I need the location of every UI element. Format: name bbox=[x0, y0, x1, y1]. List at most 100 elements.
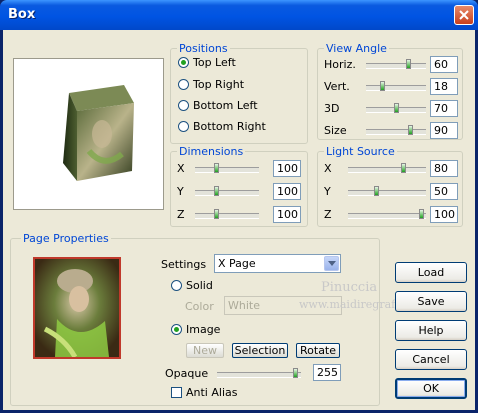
radio-solid[interactable]: Solid bbox=[171, 279, 213, 292]
dimensions-legend: Dimensions bbox=[177, 145, 246, 158]
light-source-group: Light Source X 80 Y 50 Z 100 bbox=[317, 145, 463, 227]
radio-top-left[interactable]: Top Left bbox=[178, 56, 236, 69]
view-angle-group: View Angle Horiz. 60 Vert. 18 3D 70 Size… bbox=[317, 42, 463, 140]
radio-dot bbox=[178, 57, 189, 68]
radio-label: Bottom Right bbox=[193, 120, 266, 133]
slider-thumb[interactable] bbox=[408, 125, 413, 135]
slider-thumb[interactable] bbox=[293, 368, 298, 378]
light-z-input[interactable]: 100 bbox=[430, 206, 458, 223]
color-value: White bbox=[228, 299, 260, 312]
radio-bottom-right[interactable]: Bottom Right bbox=[178, 120, 266, 133]
light-y-input[interactable]: 50 bbox=[430, 183, 458, 200]
rotate-button-label: Rotate bbox=[300, 344, 337, 357]
page-properties-legend: Page Properties bbox=[21, 232, 111, 245]
dialog-client: Positions Top Left Top Right Bottom Left… bbox=[3, 30, 475, 410]
new-button[interactable]: New bbox=[186, 343, 224, 358]
vert-label: Vert. bbox=[324, 80, 350, 93]
opaque-slider[interactable] bbox=[217, 368, 301, 378]
light-y-slider[interactable] bbox=[348, 186, 426, 196]
chevron-down-icon[interactable] bbox=[324, 256, 339, 271]
radio-label: Image bbox=[186, 323, 221, 336]
slider-thumb[interactable] bbox=[394, 103, 399, 113]
cancel-button[interactable]: Cancel bbox=[395, 349, 467, 370]
title-bar[interactable]: Box bbox=[0, 0, 478, 30]
radio-label: Solid bbox=[186, 279, 213, 292]
3d-input[interactable]: 70 bbox=[430, 100, 458, 117]
save-button-label: Save bbox=[417, 295, 445, 308]
ok-button-label: OK bbox=[423, 382, 439, 395]
slider-thumb[interactable] bbox=[401, 163, 406, 173]
size-slider[interactable] bbox=[366, 125, 426, 135]
opaque-input[interactable]: 255 bbox=[313, 364, 341, 381]
dim-y-label: Y bbox=[177, 185, 184, 198]
light-z-slider[interactable] bbox=[348, 209, 426, 219]
3d-label: 3D bbox=[324, 102, 340, 115]
opaque-label: Opaque bbox=[165, 367, 209, 380]
rotate-button[interactable]: Rotate bbox=[296, 343, 340, 358]
vert-slider[interactable] bbox=[366, 81, 426, 91]
slider-thumb[interactable] bbox=[214, 209, 219, 219]
view-angle-legend: View Angle bbox=[324, 42, 389, 55]
dim-z-input[interactable]: 100 bbox=[273, 206, 301, 223]
new-button-label: New bbox=[193, 344, 217, 357]
radio-dot bbox=[178, 100, 189, 111]
dim-x-slider[interactable] bbox=[195, 163, 259, 173]
help-button[interactable]: Help bbox=[395, 320, 467, 341]
cube-image bbox=[63, 85, 134, 181]
light-z-label: Z bbox=[324, 208, 332, 221]
slider-thumb[interactable] bbox=[374, 186, 379, 196]
dim-z-slider[interactable] bbox=[195, 209, 259, 219]
horiz-input[interactable]: 60 bbox=[430, 56, 458, 73]
selection-button-label: Selection bbox=[234, 344, 286, 357]
load-button[interactable]: Load bbox=[395, 262, 467, 283]
horiz-label: Horiz. bbox=[324, 58, 356, 71]
size-input[interactable]: 90 bbox=[430, 122, 458, 139]
positions-group: Positions Top Left Top Right Bottom Left… bbox=[170, 42, 308, 144]
vert-input[interactable]: 18 bbox=[430, 78, 458, 95]
radio-label: Top Right bbox=[193, 78, 245, 91]
radio-label: Bottom Left bbox=[193, 99, 258, 112]
positions-legend: Positions bbox=[177, 42, 230, 55]
ok-button[interactable]: OK bbox=[395, 378, 467, 399]
cube-preview bbox=[13, 58, 164, 210]
horiz-slider[interactable] bbox=[366, 59, 426, 69]
dim-y-input[interactable]: 100 bbox=[273, 183, 301, 200]
dim-x-label: X bbox=[177, 162, 185, 175]
dim-z-label: Z bbox=[177, 208, 185, 221]
light-y-label: Y bbox=[324, 185, 331, 198]
radio-bottom-left[interactable]: Bottom Left bbox=[178, 99, 258, 112]
color-label: Color bbox=[185, 300, 214, 313]
cancel-button-label: Cancel bbox=[412, 353, 450, 366]
light-source-legend: Light Source bbox=[324, 145, 397, 158]
light-x-input[interactable]: 80 bbox=[430, 160, 458, 177]
settings-dropdown[interactable]: X Page bbox=[214, 254, 341, 273]
page-image-thumbnail bbox=[33, 257, 121, 359]
anti-alias-checkbox[interactable]: Anti Alias bbox=[171, 386, 237, 399]
dialog-window: Box Positions Top Left Top Right Bottom … bbox=[0, 0, 478, 413]
slider-thumb[interactable] bbox=[214, 186, 219, 196]
slider-thumb[interactable] bbox=[214, 163, 219, 173]
radio-dot bbox=[171, 280, 182, 291]
dimensions-group: Dimensions X 100 Y 100 Z 100 bbox=[170, 145, 308, 227]
settings-value: X Page bbox=[218, 257, 256, 270]
light-x-slider[interactable] bbox=[348, 163, 426, 173]
slider-thumb[interactable] bbox=[406, 59, 411, 69]
save-button[interactable]: Save bbox=[395, 291, 467, 312]
radio-image[interactable]: Image bbox=[171, 323, 220, 336]
radio-top-right[interactable]: Top Right bbox=[178, 78, 244, 91]
3d-slider[interactable] bbox=[366, 103, 426, 113]
settings-label: Settings bbox=[161, 258, 207, 271]
selection-button[interactable]: Selection bbox=[232, 343, 288, 358]
radio-dot bbox=[178, 121, 189, 132]
close-button[interactable] bbox=[454, 5, 474, 25]
slider-thumb[interactable] bbox=[419, 209, 424, 219]
help-button-label: Help bbox=[418, 324, 444, 337]
dim-x-input[interactable]: 100 bbox=[273, 160, 301, 177]
load-button-label: Load bbox=[417, 266, 445, 279]
dim-y-slider[interactable] bbox=[195, 186, 259, 196]
radio-dot bbox=[178, 79, 189, 90]
slider-thumb[interactable] bbox=[380, 81, 385, 91]
page-properties-group: Page Properties Settings X Page Solid Co… bbox=[10, 232, 380, 406]
checkbox-label: Anti Alias bbox=[186, 386, 238, 399]
radio-dot bbox=[171, 324, 182, 335]
